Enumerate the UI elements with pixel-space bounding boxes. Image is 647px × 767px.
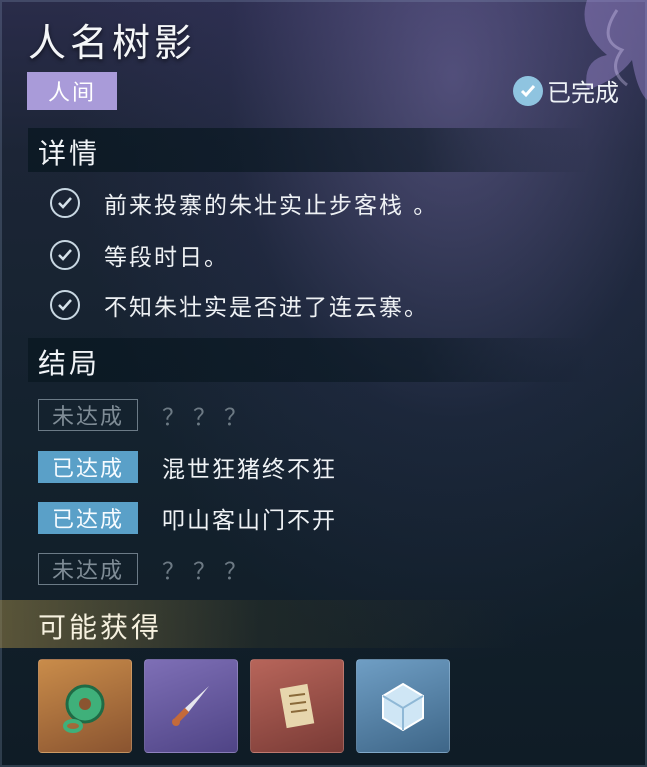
detail-item: 前来投寨的朱壮实止步客栈 。 bbox=[50, 186, 438, 220]
endings-section-header: 结局 bbox=[28, 338, 588, 382]
rewards-section-header: 可能获得 bbox=[0, 600, 647, 648]
reward-item-dagger[interactable] bbox=[144, 659, 238, 753]
ending-status-badge: 已达成 bbox=[38, 502, 138, 534]
ending-name: 叩山客山门不开 bbox=[162, 508, 337, 534]
ending-name: ？？？ bbox=[162, 559, 255, 585]
detail-text: 前来投寨的朱壮实止步客栈 。 bbox=[104, 193, 439, 219]
ending-name: 混世狂猪终不狂 bbox=[162, 457, 337, 483]
detail-text: 不知朱壮实是否进了连云寨。 bbox=[104, 295, 429, 321]
check-icon bbox=[50, 290, 80, 320]
book-icon bbox=[279, 683, 315, 729]
detail-item: 不知朱壮实是否进了连云寨。 bbox=[50, 288, 429, 322]
rewards-heading: 可能获得 bbox=[38, 611, 163, 644]
detail-item: 等段时日。 bbox=[50, 238, 229, 272]
reward-item-ice-cube[interactable] bbox=[356, 659, 450, 753]
dagger-icon bbox=[172, 686, 209, 726]
endings-heading: 结局 bbox=[38, 347, 101, 380]
reward-item-book[interactable] bbox=[250, 659, 344, 753]
status-label: 已完成 bbox=[547, 79, 619, 107]
ending-row[interactable]: 已达成 混世狂猪终不狂 bbox=[38, 450, 337, 484]
check-icon bbox=[50, 240, 80, 270]
details-heading: 详情 bbox=[38, 137, 101, 170]
check-circle-icon bbox=[513, 75, 543, 106]
ending-name: ？？？ bbox=[162, 405, 255, 431]
ending-row[interactable]: 未达成 ？？？ bbox=[38, 552, 255, 586]
detail-text: 等段时日。 bbox=[104, 245, 229, 271]
ending-status-badge: 已达成 bbox=[38, 451, 138, 483]
quest-title: 人名树影 bbox=[28, 21, 197, 65]
check-icon bbox=[50, 188, 80, 218]
ending-row[interactable]: 未达成 ？？？ bbox=[38, 398, 255, 432]
details-section-header: 详情 bbox=[28, 128, 588, 172]
jade-pendant-icon bbox=[63, 684, 105, 733]
quest-category-tag: 人间 bbox=[27, 72, 117, 110]
ending-row[interactable]: 已达成 叩山客山门不开 bbox=[38, 501, 337, 535]
quest-status: 已完成 bbox=[513, 73, 619, 108]
ending-status-badge: 未达成 bbox=[38, 553, 138, 585]
ice-cube-icon bbox=[382, 682, 424, 732]
reward-item-jade-pendant[interactable] bbox=[38, 659, 132, 753]
ending-status-badge: 未达成 bbox=[38, 399, 138, 431]
reward-items bbox=[38, 659, 450, 753]
